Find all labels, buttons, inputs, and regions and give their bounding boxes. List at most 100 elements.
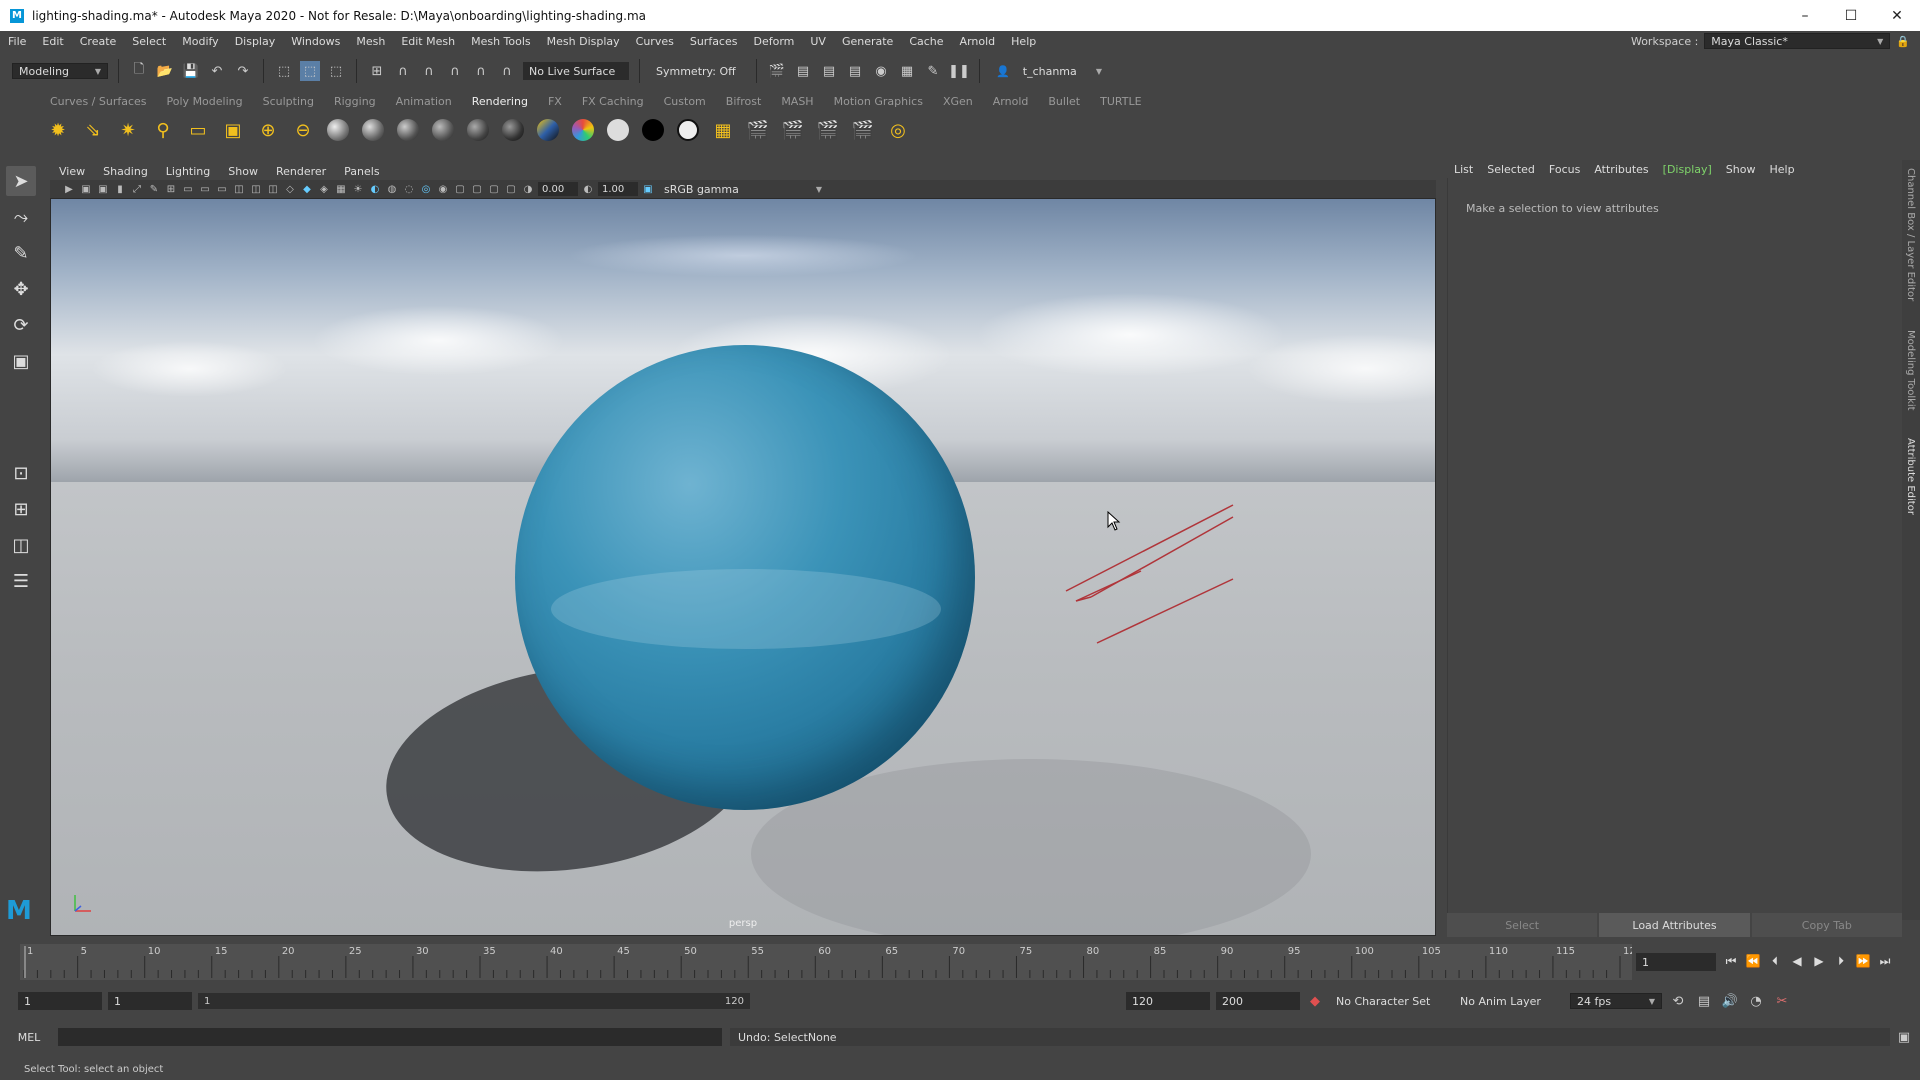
keys-icon[interactable]: ▤	[1694, 991, 1714, 1011]
copy-tab-button[interactable]: Copy Tab	[1751, 913, 1902, 937]
shelf-tab-arnold[interactable]: Arnold	[983, 95, 1039, 108]
ramp-material-icon[interactable]	[534, 116, 562, 144]
user-account-dropdown[interactable]: 👤 t_chanma ▼	[990, 63, 1108, 79]
pause-icon[interactable]: ❚❚	[948, 61, 970, 81]
sound-icon[interactable]: 🔊	[1720, 991, 1740, 1011]
viewport-menu-lighting[interactable]: Lighting	[157, 165, 219, 178]
phong-e-material-icon[interactable]	[429, 116, 457, 144]
shading-map-icon[interactable]	[639, 116, 667, 144]
textured-icon[interactable]: ▦	[334, 182, 348, 196]
menu-file[interactable]: File	[0, 35, 34, 48]
menu-curves[interactable]: Curves	[628, 35, 682, 48]
camera-icon[interactable]: ⊕	[254, 116, 282, 144]
shelf-tab-custom[interactable]: Custom	[654, 95, 716, 108]
range-slider[interactable]: 1 120	[198, 993, 750, 1009]
depth-of-field-icon[interactable]: ◉	[436, 182, 450, 196]
snap-point-icon[interactable]: ∩	[419, 61, 439, 81]
snap-surface-icon[interactable]: ∩	[471, 61, 491, 81]
2d-pan-zoom-icon[interactable]: ⤢	[130, 182, 144, 196]
attribute-editor-tab[interactable]: Attribute Editor	[1905, 438, 1916, 515]
load-attributes-button[interactable]: Load Attributes	[1599, 913, 1750, 937]
paint-select-tool-icon[interactable]: ✎	[6, 238, 36, 268]
menu-mesh[interactable]: Mesh	[348, 35, 393, 48]
play-forward-icon[interactable]: ▶	[1810, 952, 1828, 970]
fps-dropdown[interactable]: 24 fps ▼	[1570, 993, 1662, 1009]
exposure-icon[interactable]: ◑	[521, 182, 535, 196]
screen-space-ao-icon[interactable]: ◍	[385, 182, 399, 196]
rotate-tool-icon[interactable]: ⟳	[6, 310, 36, 340]
area-light-icon[interactable]: ▭	[184, 116, 212, 144]
directional-light-manipulator[interactable]	[51, 199, 1436, 936]
grease-pencil-icon[interactable]: ✎	[147, 182, 161, 196]
isolate-select-icon[interactable]: ▢	[453, 182, 467, 196]
menu-create[interactable]: Create	[72, 35, 125, 48]
menu-select[interactable]: Select	[124, 35, 174, 48]
image-plane-icon[interactable]: ▮	[113, 182, 127, 196]
use-all-lights-icon[interactable]: ☀	[351, 182, 365, 196]
render-view-icon[interactable]: 🎬	[767, 61, 787, 81]
persp-outliner-layout-icon[interactable]: ◫	[6, 530, 36, 560]
shelf-tab-turtle[interactable]: TURTLE	[1090, 95, 1151, 108]
undo-icon[interactable]: ↶	[207, 61, 227, 81]
step-back-frame-icon[interactable]: ⏴	[1766, 952, 1784, 970]
render-frame-icon[interactable]: ▤	[793, 61, 813, 81]
ae-select-button[interactable]: Select	[1447, 913, 1598, 937]
snap-view-icon[interactable]: ∩	[445, 61, 465, 81]
exposure-field[interactable]: 0.00	[538, 182, 578, 196]
step-back-key-icon[interactable]: ⏪	[1744, 952, 1762, 970]
maximize-button[interactable]: ☐	[1828, 0, 1874, 31]
snap-pivot-icon[interactable]: ∩	[497, 61, 517, 81]
anisotropic-material-icon[interactable]	[464, 116, 492, 144]
menu-generate[interactable]: Generate	[834, 35, 901, 48]
shelf-tab-rigging[interactable]: Rigging	[324, 95, 386, 108]
playback-start-field[interactable]: 1	[108, 992, 192, 1010]
wireframe-icon[interactable]: ◇	[283, 182, 297, 196]
volume-light-icon[interactable]: ▣	[219, 116, 247, 144]
lock-icon[interactable]: 🔒	[1896, 35, 1910, 48]
move-tool-icon[interactable]: ✥	[6, 274, 36, 304]
render-setup-icon[interactable]: ▦	[897, 61, 917, 81]
menu-surfaces[interactable]: Surfaces	[682, 35, 746, 48]
current-frame-field[interactable]: 1	[1636, 953, 1716, 971]
script-language-toggle[interactable]: MEL	[0, 1031, 58, 1044]
shelf-tab-animation[interactable]: Animation	[386, 95, 462, 108]
minimize-button[interactable]: –	[1782, 0, 1828, 31]
menu-arnold[interactable]: Arnold	[952, 35, 1004, 48]
blinn-material-icon[interactable]	[324, 116, 352, 144]
select-tool-icon[interactable]: ➤	[6, 166, 36, 196]
outliner-icon[interactable]: ☰	[6, 566, 36, 596]
field-chart-icon[interactable]: ◫	[232, 182, 246, 196]
auto-key-icon[interactable]: ◆	[1306, 991, 1324, 1011]
redo-icon[interactable]: ↷	[233, 61, 253, 81]
x-ray-joints-icon[interactable]: ▢	[487, 182, 501, 196]
view-transform-dropdown[interactable]: sRGB gamma ▼	[658, 182, 828, 196]
animation-end-field[interactable]: 200	[1216, 992, 1300, 1010]
shadows-icon[interactable]: ◐	[368, 182, 382, 196]
script-editor-icon[interactable]: ▣	[1894, 1027, 1914, 1047]
step-forward-key-icon[interactable]: ⏩	[1854, 952, 1872, 970]
perspective-viewport[interactable]: persp	[50, 198, 1436, 936]
gamma-field[interactable]: 1.00	[598, 182, 638, 196]
hypershade-shelf-icon[interactable]: ◎	[884, 116, 912, 144]
open-scene-icon[interactable]: 📂	[155, 61, 175, 81]
viewport-menu-shading[interactable]: Shading	[94, 165, 157, 178]
surface-shader-icon[interactable]	[569, 116, 597, 144]
snap-curve-icon[interactable]: ∩	[393, 61, 413, 81]
shelf-tab-bifrost[interactable]: Bifrost	[716, 95, 772, 108]
menuset-dropdown[interactable]: Modeling ▼	[12, 63, 108, 79]
gamma-icon[interactable]: ◐	[581, 182, 595, 196]
batch-render-shelf-icon[interactable]: 🎬	[814, 116, 842, 144]
lasso-tool-icon[interactable]: ⤳	[6, 202, 36, 232]
shelf-tab-motion-graphics[interactable]: Motion Graphics	[824, 95, 933, 108]
menu-windows[interactable]: Windows	[283, 35, 348, 48]
single-perspective-layout-icon[interactable]: ⊡	[6, 458, 36, 488]
layered-material-icon[interactable]	[499, 116, 527, 144]
gate-mask-icon[interactable]: ▭	[215, 182, 229, 196]
menu-edit-mesh[interactable]: Edit Mesh	[393, 35, 463, 48]
shelf-tab-fx-caching[interactable]: FX Caching	[572, 95, 654, 108]
ocean-shader-icon[interactable]	[674, 116, 702, 144]
viewport-menu-show[interactable]: Show	[219, 165, 267, 178]
hypershade-icon[interactable]: ◉	[871, 61, 891, 81]
ae-menu-show[interactable]: Show	[1719, 163, 1763, 176]
go-to-start-icon[interactable]: ⏮	[1722, 952, 1740, 970]
